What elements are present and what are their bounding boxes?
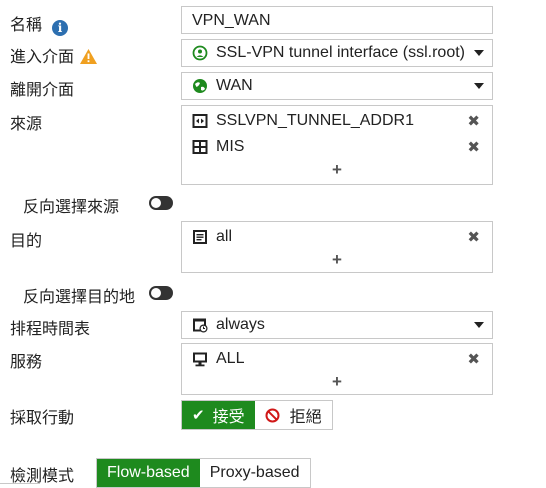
address-group-icon: [192, 139, 208, 155]
service-label: 服務: [10, 354, 43, 371]
service-icon: [192, 351, 208, 367]
chevron-down-icon: [474, 83, 484, 89]
list-item[interactable]: ALL ✖: [182, 346, 492, 372]
action-label: 採取行動: [10, 410, 75, 427]
negate-destination-label: 反向選擇目的地: [23, 289, 136, 306]
action-button-group: ✔ 接受 拒絕: [181, 400, 333, 430]
name-label: 名稱 i: [10, 11, 69, 36]
incoming-interface-select[interactable]: SSL-VPN tunnel interface (ssl.root): [181, 39, 493, 67]
name-label-text: 名稱: [10, 17, 43, 34]
accept-button-label: 接受: [212, 409, 245, 426]
warning-icon[interactable]: [80, 49, 98, 69]
outgoing-interface-value: WAN: [216, 77, 253, 94]
proxy-based-button[interactable]: Proxy-based: [199, 459, 310, 487]
service-list: ALL ✖ +: [181, 343, 493, 395]
schedule-value: always: [216, 316, 265, 333]
schedule-label: 排程時間表: [10, 321, 91, 338]
negate-destination-toggle[interactable]: [149, 286, 173, 300]
address-icon: [192, 229, 208, 245]
name-input[interactable]: VPN_WAN: [181, 6, 493, 34]
source-label: 來源: [10, 116, 43, 133]
add-service-button[interactable]: +: [182, 372, 492, 394]
outgoing-interface-label: 離開介面: [10, 82, 75, 99]
remove-icon[interactable]: ✖: [467, 138, 480, 156]
source-list: SSLVPN_TUNNEL_ADDR1 ✖ MIS ✖ +: [181, 105, 493, 185]
remove-icon[interactable]: ✖: [467, 350, 480, 368]
deny-icon: [265, 408, 280, 423]
remove-icon[interactable]: ✖: [467, 112, 480, 130]
chevron-down-icon: [474, 50, 484, 56]
ssl-tunnel-icon: [192, 45, 208, 61]
remove-icon[interactable]: ✖: [467, 228, 480, 246]
name-input-value: VPN_WAN: [192, 12, 271, 29]
info-icon[interactable]: i: [52, 20, 69, 36]
incoming-interface-label-text: 進入介面: [10, 49, 75, 66]
chevron-down-icon: [474, 322, 484, 328]
divider: [0, 483, 40, 484]
list-item[interactable]: all ✖: [182, 224, 492, 250]
incoming-interface-label: 進入介面: [10, 43, 98, 69]
destination-item-text: all: [216, 228, 233, 245]
source-item-text: SSLVPN_TUNNEL_ADDR1: [216, 112, 414, 129]
negate-source-label: 反向選擇來源: [23, 199, 120, 216]
deny-button-label: 拒絕: [289, 409, 322, 426]
schedule-select[interactable]: always: [181, 311, 493, 339]
flow-based-button[interactable]: Flow-based: [97, 459, 200, 487]
destination-label: 目的: [10, 233, 43, 250]
add-source-button[interactable]: +: [182, 160, 492, 182]
deny-button[interactable]: 拒絕: [254, 401, 332, 429]
accept-button[interactable]: ✔ 接受: [182, 401, 255, 429]
inspection-mode-button-group: Flow-based Proxy-based: [96, 458, 311, 488]
schedule-clock-icon: [192, 317, 208, 333]
list-item[interactable]: SSLVPN_TUNNEL_ADDR1 ✖: [182, 108, 492, 134]
add-destination-button[interactable]: +: [182, 250, 492, 272]
incoming-interface-value: SSL-VPN tunnel interface (ssl.root): [216, 44, 465, 61]
source-item-text: MIS: [216, 138, 245, 155]
service-item-text: ALL: [216, 350, 245, 367]
list-item[interactable]: MIS ✖: [182, 134, 492, 160]
outgoing-interface-select[interactable]: WAN: [181, 72, 493, 100]
address-range-icon: [192, 113, 208, 129]
negate-source-toggle[interactable]: [149, 196, 173, 210]
check-icon: ✔: [192, 407, 205, 424]
wan-globe-icon: [192, 78, 208, 94]
destination-list: all ✖ +: [181, 221, 493, 273]
